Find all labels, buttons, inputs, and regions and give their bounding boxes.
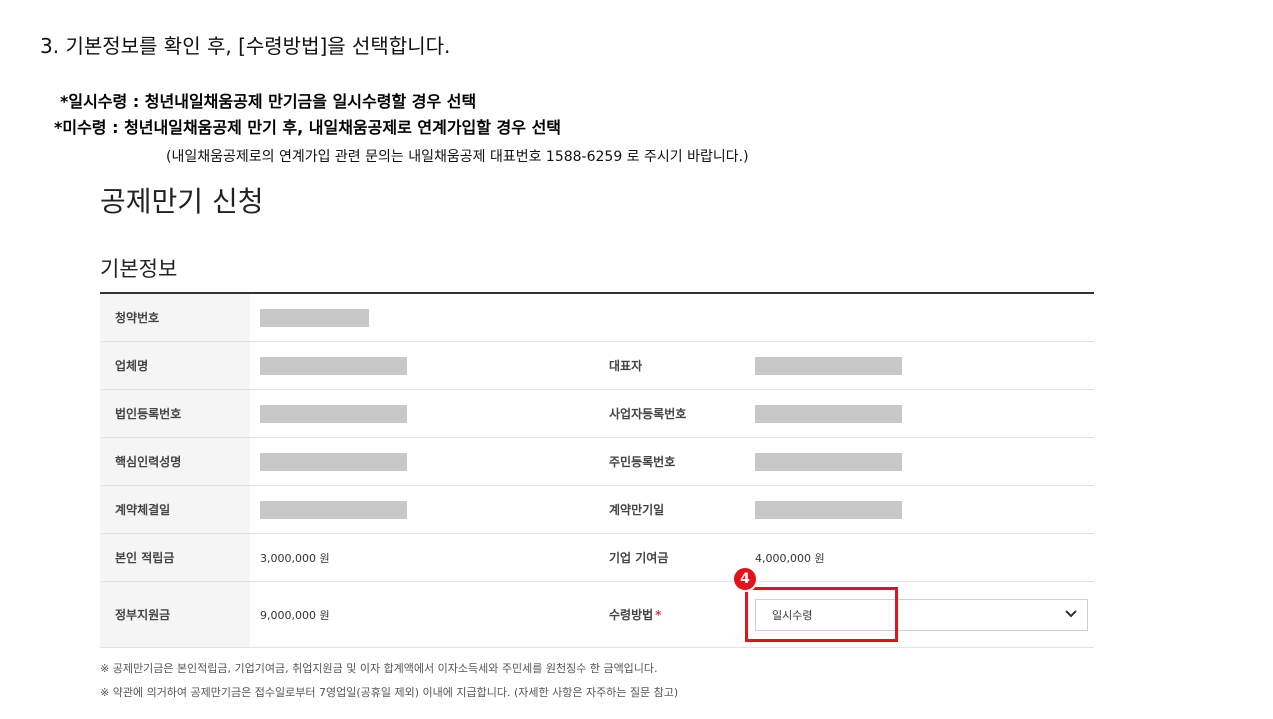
- step-badge: 4: [732, 566, 758, 592]
- redacted-block: [260, 404, 407, 423]
- table-row: 계약체결일 계약만기일: [100, 486, 1094, 534]
- gov-support-label: 정부지원금: [100, 582, 250, 647]
- section-title: 기본정보: [100, 257, 178, 281]
- table-row: 청약번호: [100, 294, 1094, 342]
- biz-reg-no-value: [747, 390, 1094, 437]
- company-name-value: [250, 342, 597, 389]
- contract-date-label: 계약체결일: [100, 486, 250, 533]
- core-person-name-label: 핵심인력성명: [100, 438, 250, 485]
- chevron-down-icon: [1065, 607, 1077, 622]
- note-inquiry: (내일채움공제로의 연계가입 관련 문의는 내일채움공제 대표번호 1588-6…: [166, 149, 749, 165]
- note-not-received: *미수령 : 청년내일채움공제 만기 후, 내일채움공제로 연계가입할 경우 선…: [54, 118, 562, 137]
- company-contribution-label: 기업 기여금: [609, 551, 669, 565]
- table-row: 법인등록번호 사업자등록번호: [100, 390, 1094, 438]
- footnote: ※ 공제만기금은 본인적립금, 기업기여금, 취업지원금 및 이자 합계액에서 …: [100, 662, 658, 675]
- subscription-no-value: [250, 294, 1094, 341]
- receive-method-label-text: 수령방법: [609, 608, 654, 622]
- personal-savings-label: 본인 적립금: [100, 534, 250, 581]
- receive-method-label: 수령방법 *: [597, 582, 747, 647]
- footnote: ※ 약관에 의거하여 공제만기금은 접수일로부터 7영업일(공휴일 제외) 이내…: [100, 686, 679, 699]
- maturity-date-value: [747, 486, 1094, 533]
- biz-reg-no-label: 사업자등록번호: [609, 407, 687, 421]
- redacted-block: [755, 356, 902, 375]
- table-row: 업체명 대표자: [100, 342, 1094, 390]
- redacted-block: [755, 404, 902, 423]
- representative-value: [747, 342, 1094, 389]
- subscription-no-label: 청약번호: [100, 294, 250, 341]
- corp-reg-no-label: 법인등록번호: [100, 390, 250, 437]
- representative-label: 대표자: [609, 359, 643, 373]
- company-contribution-value: 4,000,000 원: [755, 551, 825, 565]
- receive-method-cell: 일시수령: [747, 582, 1094, 647]
- resident-reg-no-label: 주민등록번호: [609, 455, 676, 469]
- page-title: 공제만기 신청: [100, 185, 264, 218]
- maturity-date-label: 계약만기일: [609, 503, 665, 517]
- required-mark: *: [655, 607, 662, 622]
- core-person-name-value: [250, 438, 597, 485]
- redacted-block: [260, 356, 407, 375]
- contract-date-value: [250, 486, 597, 533]
- basic-info-table: 청약번호 업체명 대표자 법인등록번호 사업자등록번호 핵심인력성명 주민등록번…: [100, 292, 1094, 648]
- gov-support-value: 9,000,000 원: [260, 608, 330, 622]
- table-row: 정부지원금 9,000,000 원 수령방법 * 일시수령: [100, 582, 1094, 648]
- redacted-block: [260, 452, 407, 471]
- receive-method-selected-value: 일시수령: [772, 608, 813, 622]
- note-lump-sum: *일시수령 : 청년내일채움공제 만기금을 일시수령할 경우 선택: [60, 92, 477, 111]
- personal-savings-value: 3,000,000 원: [260, 551, 330, 565]
- table-row: 핵심인력성명 주민등록번호: [100, 438, 1094, 486]
- redacted-block: [755, 500, 902, 519]
- company-name-label: 업체명: [100, 342, 250, 389]
- resident-reg-no-value: [747, 438, 1094, 485]
- redacted-block: [755, 452, 902, 471]
- redacted-block: [260, 308, 369, 327]
- redacted-block: [260, 500, 407, 519]
- step-instruction: 3. 기본정보를 확인 후, [수령방법]을 선택합니다.: [40, 34, 451, 58]
- table-row: 본인 적립금 3,000,000 원 기업 기여금 4,000,000 원: [100, 534, 1094, 582]
- corp-reg-no-value: [250, 390, 597, 437]
- receive-method-select[interactable]: 일시수령: [755, 598, 1088, 631]
